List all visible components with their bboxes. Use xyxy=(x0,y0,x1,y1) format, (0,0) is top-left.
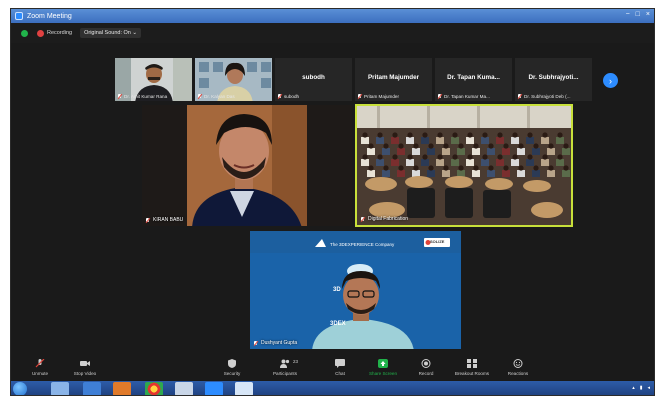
close-button[interactable]: × xyxy=(646,11,650,18)
title-bar: Zoom Meeting − □ × xyxy=(11,9,654,23)
window-controls: − □ × xyxy=(626,11,650,18)
record-icon xyxy=(421,359,431,368)
classroom-video xyxy=(357,106,571,225)
slide-brand-text: The 3DEXPERIENCE Company xyxy=(330,242,395,247)
slide-text: 3D xyxy=(333,287,341,293)
participant-label: Dr. Subhrajyoti Deb (... xyxy=(517,94,570,99)
unmute-button[interactable]: Unmute xyxy=(23,359,57,376)
security-shield-icon[interactable] xyxy=(21,29,28,37)
slide-partner-logo: SOLIZE xyxy=(430,239,445,244)
recording-label[interactable]: Recording xyxy=(47,30,72,36)
mic-muted-icon xyxy=(117,94,122,99)
network-icon[interactable]: ▮ xyxy=(640,385,643,391)
mic-muted-icon xyxy=(145,217,150,223)
system-tray: ▴ ▮ ◂ xyxy=(632,385,650,391)
original-sound-toggle[interactable]: Original Sound: On ⌄ xyxy=(80,28,141,38)
window-title: Zoom Meeting xyxy=(27,12,72,20)
security-button[interactable]: Security xyxy=(215,359,249,376)
participant-label: Dr. Kalyan Das xyxy=(197,94,235,99)
chevron-right-icon: › xyxy=(609,75,612,86)
record-button[interactable]: Record xyxy=(414,359,438,376)
participant-tile[interactable]: Pritam Majumder Pritam Majumder xyxy=(354,57,433,102)
chevron-down-icon: ⌄ xyxy=(132,30,137,36)
start-button[interactable] xyxy=(13,382,27,395)
participant-label: subodh xyxy=(277,94,299,99)
participant-tile[interactable]: Dr. Amit Kumar Rana xyxy=(114,57,193,102)
participant-tile[interactable]: subodh subodh xyxy=(274,57,353,102)
participants-button[interactable]: Participants 23 xyxy=(263,359,307,376)
maximize-button[interactable]: □ xyxy=(636,11,640,18)
mic-muted-icon xyxy=(437,94,442,99)
participant-label: Dr. Amit Kumar Rana xyxy=(117,94,167,99)
participant-video-tile[interactable]: KIRAN BABU xyxy=(141,104,353,227)
participant-label: Pritam Majumder xyxy=(357,94,399,99)
chrome-window-icon[interactable] xyxy=(175,382,193,395)
participant-label: KIRAN BABU xyxy=(145,217,183,223)
breakout-rooms-button[interactable]: Breakout Rooms xyxy=(449,359,495,376)
presenter-video xyxy=(250,231,461,349)
participant-video xyxy=(142,105,352,226)
share-screen-icon xyxy=(378,359,388,368)
zoom-window: Zoom Meeting − □ × Recording Original So… xyxy=(10,8,655,396)
participant-name: Dr. Tapan Kuma... xyxy=(447,74,500,81)
breakout-rooms-icon xyxy=(467,359,477,368)
next-page-button[interactable]: › xyxy=(603,73,618,88)
recording-bar: Recording Original Sound: On ⌄ xyxy=(11,23,654,43)
media-player-icon[interactable] xyxy=(113,382,131,395)
slide-text: 3DEX xyxy=(330,321,346,327)
participant-tile[interactable]: Dr. Tapan Kuma... Dr. Tapan Kumar Ma... xyxy=(434,57,513,102)
participant-label: Dr. Tapan Kumar Ma... xyxy=(437,94,490,99)
gallery-strip: Dr. Amit Kumar Rana Dr. Kalyan Das subod… xyxy=(114,57,594,102)
chat-button[interactable]: Chat xyxy=(329,359,351,376)
participant-tile[interactable]: Dr. Subhrajyoti... Dr. Subhrajyoti Deb (… xyxy=(514,57,593,102)
minimize-button[interactable]: − xyxy=(626,11,630,18)
shield-icon xyxy=(228,359,236,368)
participant-tile[interactable]: Dr. Kalyan Das xyxy=(194,57,273,102)
meeting-toolbar: Unmute Stop Video Security Participants … xyxy=(11,356,654,381)
participant-name: Pritam Majumder xyxy=(367,74,420,81)
internet-explorer-icon[interactable] xyxy=(83,382,101,395)
participants-icon xyxy=(280,359,290,368)
participant-video-tile[interactable]: The 3DEXPERIENCE Company SOLIZE 3D 3DEX … xyxy=(249,230,462,350)
tray-arrow-icon[interactable]: ▴ xyxy=(632,385,635,391)
participant-label: Digital Fabrication xyxy=(360,216,408,222)
zoom-app-icon xyxy=(15,12,23,20)
smiley-icon xyxy=(513,359,523,368)
video-camera-icon xyxy=(80,361,90,366)
app-taskbar-icon[interactable] xyxy=(235,382,253,395)
participants-count: 23 xyxy=(293,359,299,364)
mic-muted-icon xyxy=(357,94,362,99)
mic-muted-icon xyxy=(35,359,45,368)
mic-muted-icon xyxy=(517,94,522,99)
participant-label: Dushyant Gupta xyxy=(253,340,297,346)
volume-icon[interactable]: ◂ xyxy=(647,385,650,391)
recording-dot-icon xyxy=(37,29,44,37)
participant-name: subodh xyxy=(302,74,325,81)
mic-muted-icon xyxy=(253,340,258,346)
stop-video-button[interactable]: Stop Video xyxy=(67,359,103,376)
windows-taskbar: ▴ ▮ ◂ xyxy=(11,381,654,395)
chat-icon xyxy=(335,359,345,368)
mic-muted-icon xyxy=(360,216,365,222)
mic-muted-icon xyxy=(277,94,282,99)
file-explorer-icon[interactable] xyxy=(51,382,69,395)
active-speaker-video-tile[interactable]: Digital Fabrication xyxy=(355,104,573,227)
share-screen-button[interactable]: Share Screen xyxy=(365,359,401,376)
original-sound-label: Original Sound: On xyxy=(84,30,131,36)
participant-name: Dr. Subhrajyoti... xyxy=(528,74,579,81)
mic-muted-icon xyxy=(197,94,202,99)
reactions-button[interactable]: Reactions xyxy=(503,359,533,376)
zoom-taskbar-icon[interactable] xyxy=(205,382,223,395)
chrome-icon[interactable] xyxy=(145,382,163,395)
